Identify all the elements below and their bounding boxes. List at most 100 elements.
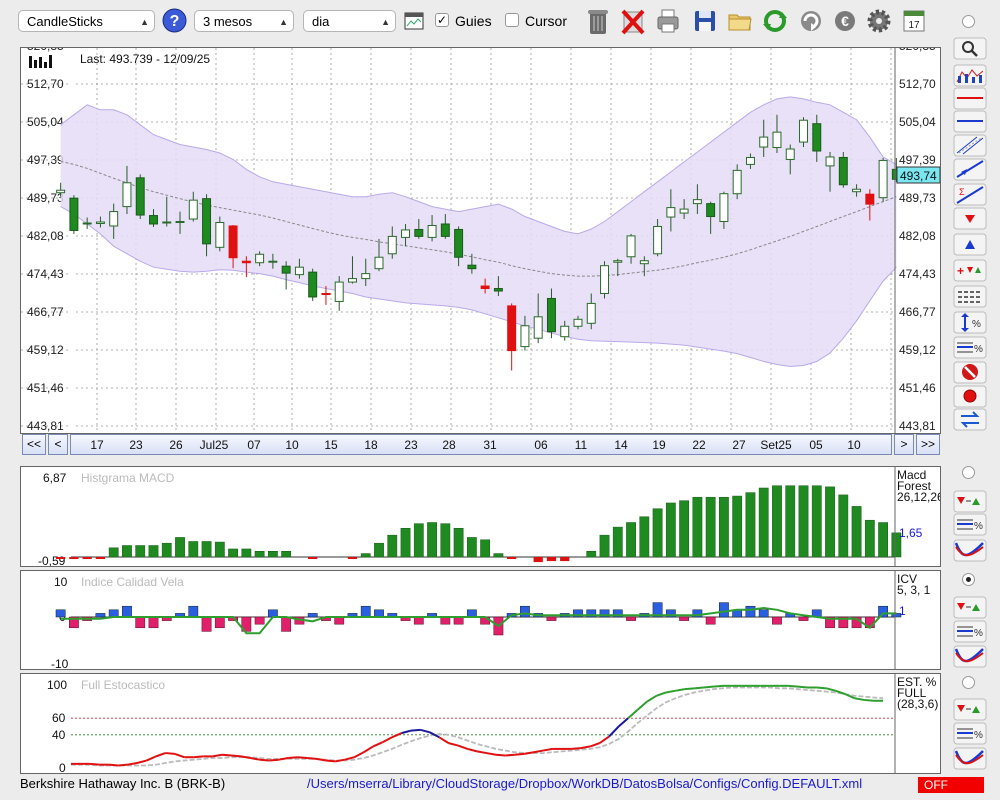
stochastic-k-segment (193, 755, 204, 759)
macd-panel-radio[interactable] (962, 466, 975, 479)
date-navigator[interactable]: 17 23 26 Jul25 07 10 15 18 23 28 31 06 11 14 19 22 27 Set… (70, 434, 892, 455)
stochastic-k-segment (533, 749, 544, 754)
save-icon[interactable] (692, 6, 718, 36)
stop-icon[interactable] (953, 361, 987, 384)
printer-icon[interactable] (655, 6, 681, 36)
candle-body (679, 208, 689, 214)
fibonacci-icon[interactable]: Σ (953, 183, 987, 206)
last-price-label: Last: 493.739 - 12/09/25 (80, 52, 210, 66)
macd-histogram-chart[interactable]: Histgrama MACD6,87-0,59MacdForest26,12,2… (21, 467, 940, 566)
macd-bar (732, 495, 743, 558)
trendline-icon[interactable] (953, 158, 987, 181)
refresh-icon[interactable] (762, 6, 788, 36)
icv-percent-icon[interactable]: % (953, 620, 987, 643)
add-signals-icon[interactable]: + (953, 259, 987, 282)
icv-bar (201, 616, 212, 632)
y-tick-label-left: 459,12 (27, 343, 64, 357)
x-tick-label: 28 (442, 438, 456, 452)
bollinger-icon[interactable] (953, 64, 987, 87)
candle-body (745, 156, 755, 165)
icv-signals-icon[interactable] (953, 596, 987, 619)
price-panel-radio[interactable] (962, 15, 975, 28)
macd-bar (692, 496, 703, 558)
levels-icon[interactable] (953, 285, 987, 308)
cursor-checkbox[interactable] (505, 13, 519, 27)
candle-body (188, 199, 198, 220)
gear-icon[interactable] (866, 6, 892, 36)
interval-select[interactable]: dia ▲ (303, 10, 396, 32)
macd-bar (652, 508, 663, 558)
x-tick-label: 17 (90, 438, 104, 452)
stochastic-panel-radio[interactable] (962, 676, 975, 689)
candle-body (838, 156, 848, 186)
folder-icon[interactable] (727, 6, 753, 36)
horizontal-line-blue-icon[interactable] (953, 110, 987, 133)
macd-bar (374, 542, 384, 558)
swap-icon[interactable] (953, 408, 987, 431)
arrow-up-icon[interactable] (953, 233, 987, 256)
stoch-percent-icon[interactable]: % (953, 722, 987, 745)
stoch-curve-icon[interactable] (953, 747, 987, 770)
channel-icon[interactable] (953, 134, 987, 157)
delete-icon[interactable] (620, 6, 646, 36)
stochastic-d-line (71, 686, 884, 767)
macd-signals-icon[interactable] (953, 490, 987, 513)
macd-bar (281, 551, 292, 558)
percent-lines-icon[interactable]: % (953, 336, 987, 359)
calendar-icon[interactable]: 17 (901, 6, 927, 36)
macd-bar (560, 557, 570, 562)
svg-text:€: € (841, 13, 849, 29)
icv-bar (440, 616, 451, 625)
percent-range-icon[interactable]: % (953, 311, 987, 334)
icv-bar (413, 616, 424, 625)
macd-curve-icon[interactable] (953, 539, 987, 562)
candle-body (573, 318, 583, 327)
config-path[interactable]: /Users/mserra/Library/CloudStorage/Dropb… (307, 776, 862, 791)
svg-text:17: 17 (908, 20, 920, 31)
x-tick-label: Set25 (760, 438, 792, 452)
candle-body (387, 235, 397, 255)
arrow-down-icon[interactable] (953, 207, 987, 230)
y-tick-label-left: 466,77 (27, 305, 64, 319)
last-page-button[interactable]: >> (916, 434, 940, 455)
icv-bar (307, 613, 318, 618)
price-chart[interactable]: 520,35 520,35 512,70 512,70 505,04 505,04 497,… (21, 48, 940, 433)
next-page-button[interactable]: > (894, 434, 914, 455)
icv-curve-icon[interactable] (953, 645, 987, 668)
macd-bar (214, 541, 225, 558)
stochastic-k-segment (136, 759, 147, 764)
mode-status-badge[interactable]: OFF (918, 777, 984, 793)
update-icon[interactable] (798, 6, 824, 36)
icv-bar (798, 616, 809, 621)
zoom-icon[interactable] (953, 37, 987, 60)
icv-bar (878, 605, 888, 618)
macd-percent-icon[interactable]: % (953, 513, 987, 536)
icv-bar (122, 605, 132, 618)
guides-checkbox[interactable]: ✓ (435, 13, 449, 27)
chart-type-select[interactable]: CandleSticks ▲ (18, 10, 155, 32)
period-select[interactable]: 3 mesos ▲ (194, 10, 294, 32)
stochastic-k-segment (636, 700, 648, 711)
macd-bar (360, 553, 371, 558)
stochastic-k-segment (599, 735, 610, 744)
svg-text:%: % (974, 628, 983, 639)
trash-icon[interactable] (585, 6, 611, 36)
stoch-signals-icon[interactable] (953, 698, 987, 721)
first-page-button[interactable]: << (22, 434, 46, 455)
y-tick-label-left: 474,43 (27, 267, 64, 281)
icv-bar (55, 609, 66, 618)
horizontal-line-icon[interactable] (953, 87, 987, 110)
macd-bar (400, 528, 411, 558)
candle-quality-chart[interactable]: Indice Calidad Vela100-10ICV5, 3, 11 (21, 571, 940, 669)
record-icon[interactable] (953, 385, 987, 408)
chart-settings-icon[interactable] (404, 12, 424, 30)
currency-icon[interactable]: € (832, 6, 858, 36)
x-tick-label: 26 (169, 438, 183, 452)
y-tick-label-left: 451,46 (27, 381, 64, 395)
macd-bar (427, 522, 437, 558)
previous-page-button[interactable]: < (48, 434, 68, 455)
help-icon[interactable]: ? (162, 8, 187, 33)
icv-panel-radio[interactable] (962, 573, 975, 586)
candle-body (95, 221, 105, 224)
full-stochastic-chart[interactable]: Full Estocastico10060400EST. %FULL(28,3,… (21, 674, 940, 773)
